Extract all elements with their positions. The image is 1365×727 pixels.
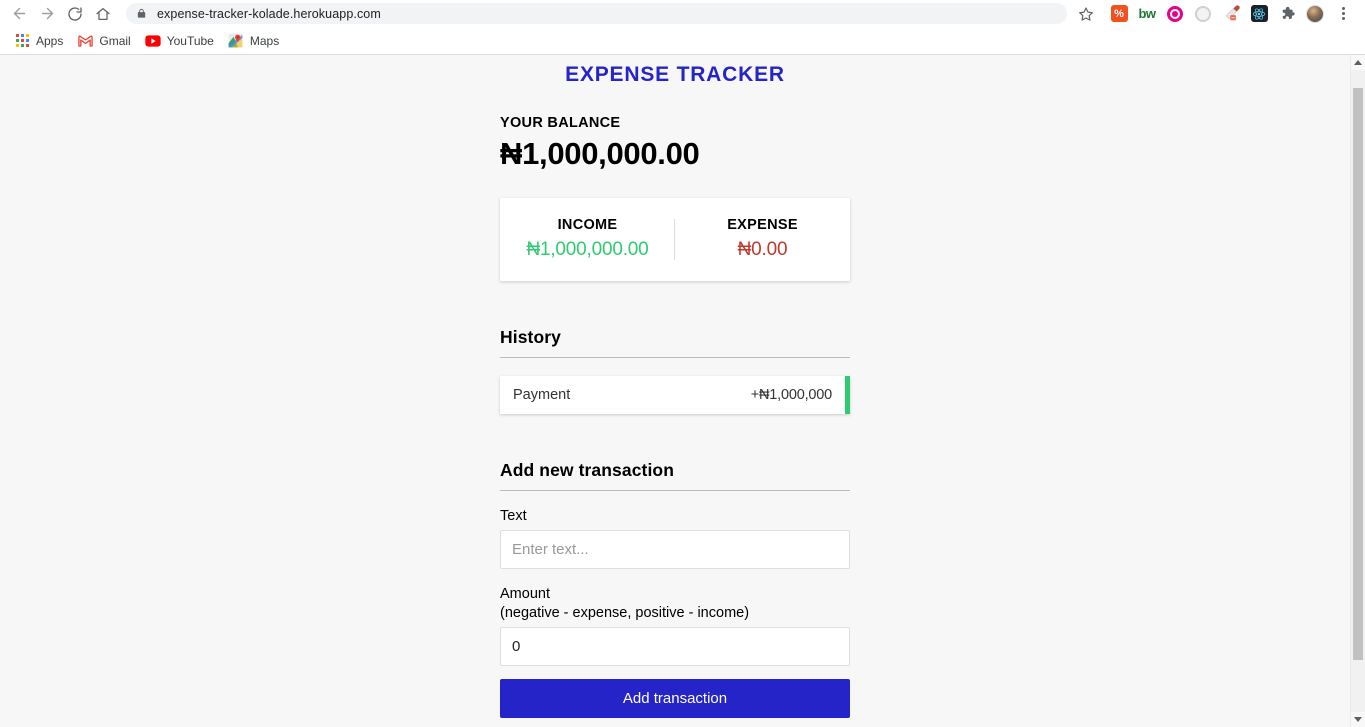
react-devtools-extension-icon[interactable] [1245, 1, 1273, 27]
bookmark-label: Apps [36, 33, 64, 48]
bookmark-maps[interactable]: Maps [224, 30, 287, 52]
history-title: History [500, 327, 850, 358]
sync-extension-icon[interactable] [1189, 1, 1217, 27]
add-transaction-title: Add new transaction [500, 460, 850, 491]
browser-toolbar: expense-tracker-kolade.herokuapp.com % b… [0, 0, 1365, 27]
bookmark-star-icon[interactable] [1073, 1, 1099, 27]
transaction-text: Payment [513, 386, 571, 403]
amount-label-line2: (negative - expense, positive - income) [500, 604, 750, 621]
amount-input[interactable] [500, 627, 850, 667]
bookmark-youtube[interactable]: YouTube [141, 30, 222, 52]
bookmark-label: Maps [249, 33, 280, 48]
balance-label: YOUR BALANCE [500, 115, 621, 131]
page-title: EXPENSE TRACKER [565, 63, 785, 86]
text-field-label: Text [500, 507, 527, 524]
gmail-icon [77, 33, 93, 49]
apps-grid-icon [14, 33, 30, 49]
forward-arrow-icon[interactable] [34, 1, 60, 27]
puzzle-extensions-icon[interactable] [1273, 1, 1301, 27]
transaction-list: Payment +₦1,000,000 [500, 375, 850, 414]
transaction-amount: +₦1,000,000 [750, 386, 832, 403]
amount-field-group: Amount (negative - expense, positive - i… [500, 585, 850, 667]
three-dot-menu-icon[interactable] [1329, 1, 1357, 27]
browser-chrome: expense-tracker-kolade.herokuapp.com % b… [0, 0, 1365, 55]
youtube-icon [145, 33, 161, 49]
google-maps-icon [228, 33, 244, 49]
home-icon[interactable] [90, 1, 116, 27]
expense-tracker-app: EXPENSE TRACKER YOUR BALANCE ₦1,000,000.… [0, 55, 1350, 727]
income-expense-card: INCOME ₦1,000,000.00 EXPENSE ₦0.00 [500, 197, 850, 281]
income-amount: ₦1,000,000.00 [526, 238, 649, 260]
extensions-tray: % bw [1073, 1, 1357, 27]
address-bar[interactable]: expense-tracker-kolade.herokuapp.com [126, 3, 1067, 24]
eyedropper-extension-icon[interactable] [1217, 1, 1245, 27]
scrollbar-thumb[interactable] [1353, 88, 1363, 660]
amount-field-label: Amount (negative - expense, positive - i… [500, 585, 850, 622]
reload-icon[interactable] [62, 1, 88, 27]
add-transaction-button[interactable]: Add transaction [500, 679, 850, 719]
bookmark-label: Gmail [99, 33, 131, 48]
bitwarden-extension-icon[interactable]: bw [1133, 1, 1161, 27]
back-arrow-icon[interactable] [6, 1, 32, 27]
percent-extension-icon[interactable]: % [1105, 1, 1133, 27]
expense-label: EXPENSE [727, 216, 798, 233]
bookmark-apps[interactable]: Apps [10, 30, 71, 52]
profile-avatar-icon[interactable] [1301, 1, 1329, 27]
text-input[interactable] [500, 530, 850, 570]
address-bar-url: expense-tracker-kolade.herokuapp.com [157, 6, 381, 21]
scroll-up-arrow-icon[interactable] [1351, 55, 1365, 70]
app-container: YOUR BALANCE ₦1,000,000.00 INCOME ₦1,000… [500, 115, 850, 719]
expense-block: EXPENSE ₦0.00 [675, 217, 850, 262]
page-scrollbar[interactable] [1350, 55, 1365, 727]
amount-label-line1: Amount [500, 586, 550, 603]
list-item[interactable]: Payment +₦1,000,000 [500, 375, 850, 414]
text-field-group: Text [500, 507, 850, 570]
income-block: INCOME ₦1,000,000.00 [500, 217, 675, 262]
balance-amount: ₦1,000,000.00 [500, 135, 700, 171]
bookmark-label: YouTube [166, 33, 214, 48]
scroll-down-arrow-icon[interactable] [1351, 712, 1365, 727]
bookmarks-bar: Apps Gmail YouTube Maps [0, 27, 1365, 55]
page-viewport: EXPENSE TRACKER YOUR BALANCE ₦1,000,000.… [0, 55, 1365, 727]
eye-extension-icon[interactable] [1161, 1, 1189, 27]
add-transaction-form: Text Amount (negative - expense, positiv… [500, 507, 850, 719]
income-label: INCOME [557, 216, 618, 233]
bookmark-gmail[interactable]: Gmail [73, 30, 138, 52]
expense-amount: ₦0.00 [737, 238, 788, 260]
lock-icon [136, 7, 147, 20]
